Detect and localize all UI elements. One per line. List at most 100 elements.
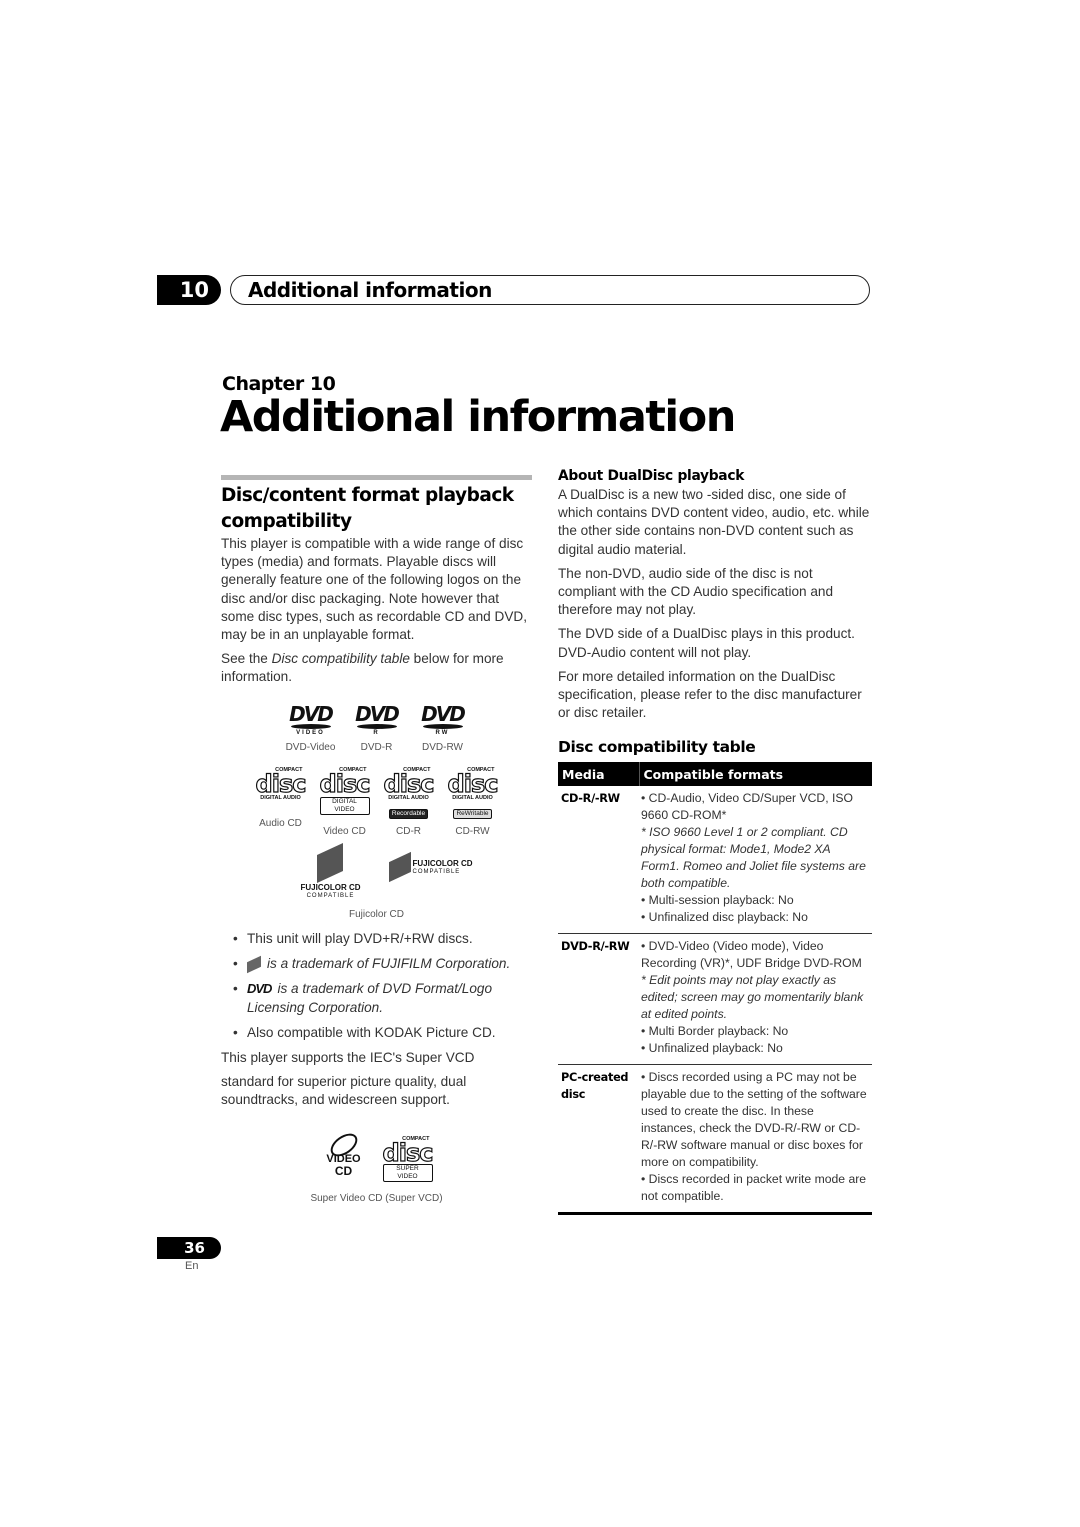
- media-cell: DVD-R/-RW: [558, 933, 639, 1066]
- cd-box-label: ReWritable: [453, 808, 492, 819]
- fuji-text: FUJICOLOR CD: [300, 882, 361, 892]
- logo-caption: CD-RW: [455, 825, 490, 837]
- bullet-item: Also compatible with KODAK Picture CD.: [221, 1024, 532, 1042]
- section-rule: [221, 475, 532, 480]
- cd-logo-row: COMPACT disc DIGITAL AUDIO Audio CD COMP…: [221, 767, 532, 837]
- cd-box-label: DIGITAL VIDEO: [319, 796, 370, 815]
- super-video-cd-logo: COMPACT disc SUPER VIDEO: [382, 1136, 434, 1183]
- logo-caption: DVD-R: [360, 741, 393, 753]
- section-heading: Disc/content format playback compatibili…: [221, 485, 514, 532]
- fujicolor-logo-text-1: FUJICOLOR CD COMPATIBLE: [281, 883, 381, 901]
- disc-compatibility-table: Media Compatible formats CD-R/-RW • CD-Au…: [558, 762, 872, 1216]
- bullet-text: This unit will play DVD+R/+RW discs.: [247, 930, 473, 946]
- cd-sub-text: DIGITAL AUDIO: [388, 794, 429, 801]
- dvd-mark-icon: DVD: [421, 701, 466, 726]
- cd-sub-text: DIGITAL AUDIO: [260, 794, 301, 801]
- fujicolor-film-icon: [388, 851, 411, 882]
- fujicolor-caption: Fujicolor CD: [348, 908, 404, 920]
- table-row: PC-created disc • Discs recorded using a …: [558, 1064, 872, 1216]
- dualdisc-paragraph: The non-DVD, audio side of the disc is n…: [558, 565, 834, 618]
- cd-box-label: Recordable: [388, 808, 429, 819]
- format-note: * Edit points may not play exactly as ed…: [641, 973, 864, 1022]
- formats-cell: • CD-Audio, Video CD/Super VCD, ISO 9660…: [639, 786, 872, 935]
- formats-cell: • DVD-Video (Video mode), Video Recordin…: [639, 933, 872, 1066]
- see-table-paragraph: See the Disc compatibility table below f…: [221, 650, 532, 686]
- dualdisc-paragraph: A DualDisc is a new two -sided disc, one…: [558, 487, 870, 557]
- dualdisc-paragraph: The DVD side of a DualDisc plays in this…: [558, 626, 855, 660]
- format-item: • CD-Audio, Video CD/Super VCD, ISO 9660…: [641, 791, 853, 823]
- media-cell: CD-R/-RW: [558, 786, 639, 935]
- running-header-title: Additional information: [248, 278, 492, 302]
- bullet-item: is a trademark of FUJIFILM Corporation.: [221, 955, 532, 973]
- audio-cd-logo: COMPACT disc DIGITAL AUDIO Audio CD: [255, 767, 307, 837]
- table-row: DVD-R/-RW • DVD-Video (Video mode), Video…: [558, 933, 872, 1066]
- compact-disc-icon: disc: [319, 769, 371, 798]
- fujicolor-logo-text-2: FUJICOLOR CD COMPATIBLE: [413, 859, 513, 877]
- dvd-r-logo: DVD R DVD-R: [353, 701, 401, 753]
- dvd-mark-icon: DVD: [355, 701, 400, 726]
- chapter-number-badge: 10: [157, 275, 221, 305]
- svcd-paragraph-2: standard for superior picture quality, d…: [221, 1074, 467, 1108]
- compact-disc-icon: disc: [255, 769, 307, 798]
- cd-sub-text: DIGITAL AUDIO: [452, 794, 493, 801]
- svcd-logo-row: VIDEO CD COMPACT disc SUPER VIDEO: [221, 1128, 532, 1183]
- media-cell: PC-created disc: [558, 1064, 639, 1216]
- page-title: Additional information: [220, 392, 736, 442]
- dvd-mark-icon: DVD: [289, 701, 334, 726]
- feature-bullets: This unit will play DVD+R/+RW discs. is …: [221, 930, 532, 1043]
- bullet-item: DVDis a trademark of DVD Format/Logo Lic…: [221, 980, 532, 1017]
- table-row: CD-R/-RW • CD-Audio, Video CD/Super VCD, …: [558, 786, 872, 935]
- dualdisc-paragraph: For more detailed information on the Dua…: [558, 668, 862, 721]
- left-column: Disc/content format playback compatibili…: [221, 475, 532, 1204]
- video-cd-logo: COMPACT disc DIGITAL VIDEO Video CD: [319, 767, 371, 837]
- svcd-caption: Super Video CD (Super VCD): [310, 1192, 443, 1204]
- logo-caption: CD-R: [396, 825, 421, 837]
- cd-box-label: SUPER VIDEO: [382, 1163, 433, 1182]
- compact-disc-icon: disc: [383, 769, 435, 798]
- dvd-logo-row: DVD VIDEO DVD-Video DVD R DVD-R DVD RW D…: [221, 701, 532, 753]
- dvd-logo-sub: RW: [435, 729, 450, 736]
- dvd-video-logo: DVD VIDEO DVD-Video: [286, 701, 336, 753]
- vcd-text-bottom: CD: [334, 1163, 353, 1178]
- video-cd-logo: VIDEO CD: [321, 1128, 367, 1183]
- logo-caption: DVD-RW: [422, 741, 463, 753]
- svcd-paragraph-1: This player supports the IEC's Super VCD: [221, 1049, 475, 1065]
- column-header-media: Media: [558, 762, 639, 787]
- bullet-item: This unit will play DVD+R/+RW discs.: [221, 930, 532, 948]
- dvd-logo-sub: VIDEO: [296, 729, 325, 736]
- page-number-badge: 36: [157, 1237, 221, 1259]
- logo-caption: Audio CD: [259, 817, 302, 829]
- see-prefix: See the: [221, 651, 272, 667]
- dvd-logo-icon: DVD: [247, 981, 272, 997]
- disc-compat-table-reference: Disc compatibility table: [271, 651, 410, 667]
- format-note: * ISO 9660 Level 1 or 2 compliant. CD ph…: [641, 825, 866, 891]
- table-header-row: Media Compatible formats: [558, 762, 872, 787]
- fuji-text: FUJICOLOR CD: [412, 858, 473, 868]
- format-item: • Multi Border playback: No: [641, 1024, 789, 1039]
- compat-table-heading: Disc compatibility table: [558, 738, 756, 757]
- bullet-text: is a trademark of DVD Format/Logo Licens…: [247, 981, 493, 1015]
- intro-paragraph: This player is compatible with a wide ra…: [221, 536, 527, 643]
- format-item: • Multi-session playback: No: [641, 893, 794, 908]
- format-item: • Discs recorded using a PC may not be p…: [641, 1070, 867, 1170]
- page-language: En: [185, 1260, 199, 1272]
- dvd-logo-sub: R: [373, 729, 380, 736]
- bullet-text: Also compatible with KODAK Picture CD.: [247, 1024, 496, 1040]
- bullet-text: is a trademark of FUJIFILM Corporation.: [267, 955, 511, 971]
- fujicolor-film-icon: [316, 842, 343, 883]
- dvd-rw-logo: DVD RW DVD-RW: [419, 701, 467, 753]
- dualdisc-heading: About DualDisc playback: [558, 468, 745, 484]
- logo-caption: Video CD: [323, 825, 366, 837]
- format-item: • Discs recorded in packet write mode ar…: [641, 1172, 867, 1204]
- formats-cell: • Discs recorded using a PC may not be p…: [639, 1064, 872, 1216]
- format-item: • DVD-Video (Video mode), Video Recordin…: [641, 939, 862, 971]
- logo-caption: DVD-Video: [285, 741, 336, 753]
- fujifilm-logo-icon: [247, 955, 261, 973]
- right-column: About DualDisc playback A DualDisc is a …: [558, 466, 872, 1216]
- fujicolor-logos: FUJICOLOR CD COMPATIBLE FUJICOLOR CD COMPA…: [277, 842, 477, 905]
- fuji-sub: COMPATIBLE: [412, 868, 461, 875]
- compact-disc-icon: disc: [382, 1138, 434, 1167]
- cd-r-logo: COMPACT disc DIGITAL AUDIO Recordable CD…: [383, 767, 435, 837]
- format-item: • Unfinalized playback: No: [641, 1041, 783, 1056]
- format-item: • Unfinalized disc playback: No: [641, 910, 808, 925]
